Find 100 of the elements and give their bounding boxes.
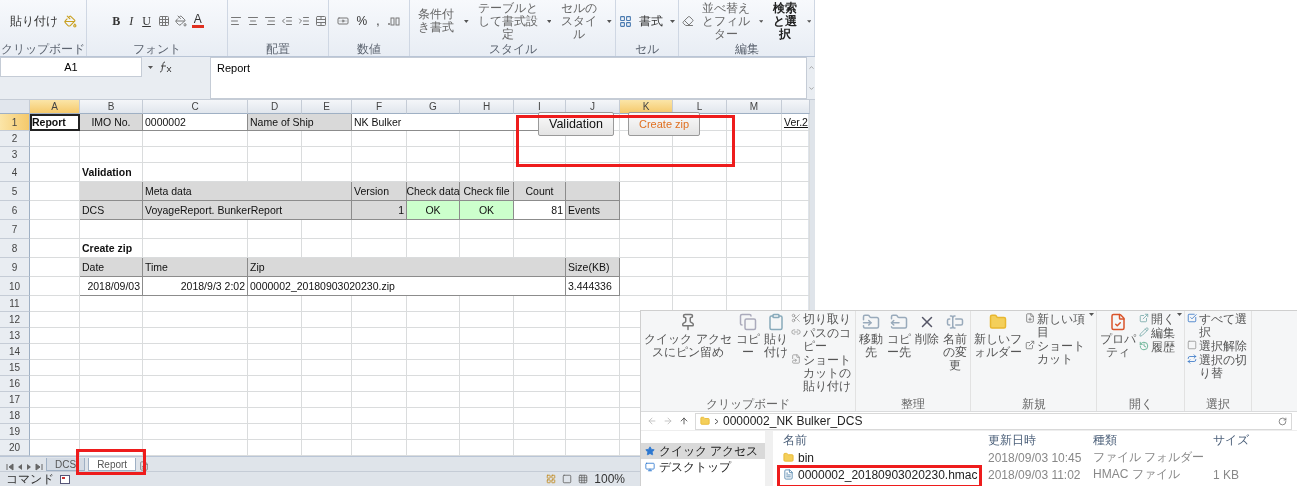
indent-increase-icon[interactable]	[297, 15, 310, 27]
ribbon-button[interactable]: コピー先	[886, 313, 912, 359]
ribbon-button[interactable]: 選択解除	[1187, 340, 1249, 353]
ribbon-button[interactable]: 編集	[1139, 327, 1182, 340]
new-folder-icon[interactable]	[989, 313, 1007, 331]
history-icon[interactable]	[1139, 341, 1149, 351]
ribbon-button[interactable]: 選択の切り替	[1187, 354, 1249, 380]
folder-icon[interactable]	[783, 452, 794, 463]
style-button[interactable]: 条件付き書式	[413, 8, 460, 34]
shortcut-icon[interactable]	[1025, 340, 1035, 350]
address-field[interactable]: 0000002_NK Bulker_DCS	[695, 412, 1292, 430]
function-icon[interactable]	[159, 61, 173, 73]
up-icon[interactable]	[679, 416, 689, 426]
number-format-button[interactable]: %	[354, 15, 370, 27]
open-icon[interactable]	[1139, 313, 1149, 323]
row-header[interactable]: 18	[0, 408, 30, 425]
row-header[interactable]: 13	[0, 328, 30, 345]
style-button[interactable]: テーブルとして書式設定	[473, 1, 542, 41]
page-break-icon[interactable]	[578, 474, 589, 484]
clipboard-icon[interactable]	[767, 313, 785, 331]
number-format-button[interactable]: ,	[374, 15, 382, 27]
file-name[interactable]: 0000002_20180903020230.hmac	[798, 467, 978, 482]
star-icon[interactable]	[645, 446, 655, 456]
ribbon-button[interactable]: プロパティ	[1099, 313, 1137, 359]
row-header[interactable]: 7	[0, 220, 30, 240]
prev-sheet-icon[interactable]	[17, 463, 23, 471]
row-header[interactable]: 2	[0, 131, 30, 148]
nav-item[interactable]: クイック アクセス	[641, 443, 765, 459]
row-header[interactable]: 14	[0, 344, 30, 361]
file-name[interactable]: bin	[798, 450, 814, 465]
column-header[interactable]: A	[30, 100, 80, 115]
decimal-icon[interactable]	[386, 16, 401, 26]
column-header[interactable]: D	[248, 100, 302, 115]
first-sheet-icon[interactable]	[6, 463, 14, 471]
ribbon-button[interactable]: 開く	[1139, 313, 1182, 326]
formula-field[interactable]: Report	[210, 57, 807, 100]
refresh-icon[interactable]	[1278, 416, 1287, 426]
select-all-icon[interactable]	[1187, 313, 1197, 323]
column-header[interactable]: I	[514, 100, 566, 115]
ribbon-button[interactable]: パスのコピー	[791, 327, 853, 353]
folder-icon[interactable]	[700, 416, 710, 426]
new-item-icon[interactable]	[1025, 313, 1035, 323]
column-header[interactable]: B	[80, 100, 143, 115]
row-header[interactable]: 1	[0, 114, 30, 132]
forward-icon[interactable]	[663, 416, 673, 426]
column-header[interactable]: G	[407, 100, 460, 115]
new-sheet-icon[interactable]	[139, 461, 150, 471]
ribbon-button[interactable]: 履歴	[1139, 341, 1182, 354]
path-copy-icon[interactable]	[791, 327, 801, 337]
last-sheet-icon[interactable]	[35, 463, 43, 471]
row-header[interactable]: 3	[0, 147, 30, 164]
border-icon[interactable]	[157, 15, 170, 27]
edit-button[interactable]: 並べ替えとフィルター	[699, 1, 754, 41]
folder-copy-icon[interactable]	[890, 313, 908, 331]
row-header[interactable]: 4	[0, 163, 30, 183]
format-button[interactable]: 書式	[637, 15, 665, 27]
column-header[interactable]: C	[143, 100, 248, 115]
ribbon-button[interactable]: ショートカットの貼り付け	[791, 354, 853, 393]
font-style-button[interactable]: I	[127, 15, 136, 27]
zoom-level[interactable]: 100%	[594, 472, 625, 486]
scroll-up-icon[interactable]	[807, 64, 815, 72]
row-header[interactable]: 19	[0, 424, 30, 441]
fill-color-icon[interactable]	[174, 15, 187, 27]
page-layout-icon[interactable]	[562, 474, 573, 484]
row-header[interactable]: 9	[0, 258, 30, 278]
column-header[interactable]	[782, 100, 810, 115]
invert-selection-icon[interactable]	[1187, 354, 1197, 364]
merge-cells-icon[interactable]	[314, 15, 327, 27]
column-header[interactable]: L	[673, 100, 727, 115]
column-header[interactable]: 種類	[1093, 431, 1213, 449]
column-header[interactable]: サイズ	[1213, 431, 1253, 449]
ribbon-button[interactable]: ショートカット	[1025, 340, 1094, 366]
indent-decrease-icon[interactable]	[280, 15, 293, 27]
currency-icon[interactable]	[337, 15, 350, 27]
normal-view-icon[interactable]	[546, 474, 557, 484]
format-painter-icon[interactable]	[64, 14, 77, 28]
shortcut-icon[interactable]	[791, 354, 801, 364]
scroll-down-icon[interactable]	[807, 85, 815, 93]
column-header[interactable]: F	[352, 100, 407, 115]
align-left-icon[interactable]	[229, 15, 242, 27]
pin-icon[interactable]	[679, 313, 697, 331]
column-header[interactable]: M	[727, 100, 782, 115]
nav-item[interactable]: デスクトップ	[641, 459, 765, 475]
row-header[interactable]: 20	[0, 440, 30, 457]
monitor-icon[interactable]	[645, 462, 655, 472]
rename-icon[interactable]	[946, 313, 964, 331]
chevron-right-icon[interactable]	[714, 417, 719, 425]
properties-icon[interactable]	[1109, 313, 1127, 331]
row-header[interactable]: 17	[0, 392, 30, 409]
validation-button[interactable]: Validation	[538, 112, 614, 137]
align-center-icon[interactable]	[246, 15, 259, 27]
sheet-tab[interactable]: Report	[88, 458, 137, 471]
column-header[interactable]: H	[460, 100, 514, 115]
macro-icon[interactable]	[60, 474, 70, 484]
font-color-button[interactable]: A	[191, 14, 204, 28]
name-box[interactable]: A1	[0, 57, 142, 77]
row-header[interactable]: 11	[0, 296, 30, 313]
select-none-icon[interactable]	[1187, 340, 1197, 350]
row-header[interactable]: 5	[0, 182, 30, 202]
scissors-icon[interactable]	[791, 313, 801, 323]
